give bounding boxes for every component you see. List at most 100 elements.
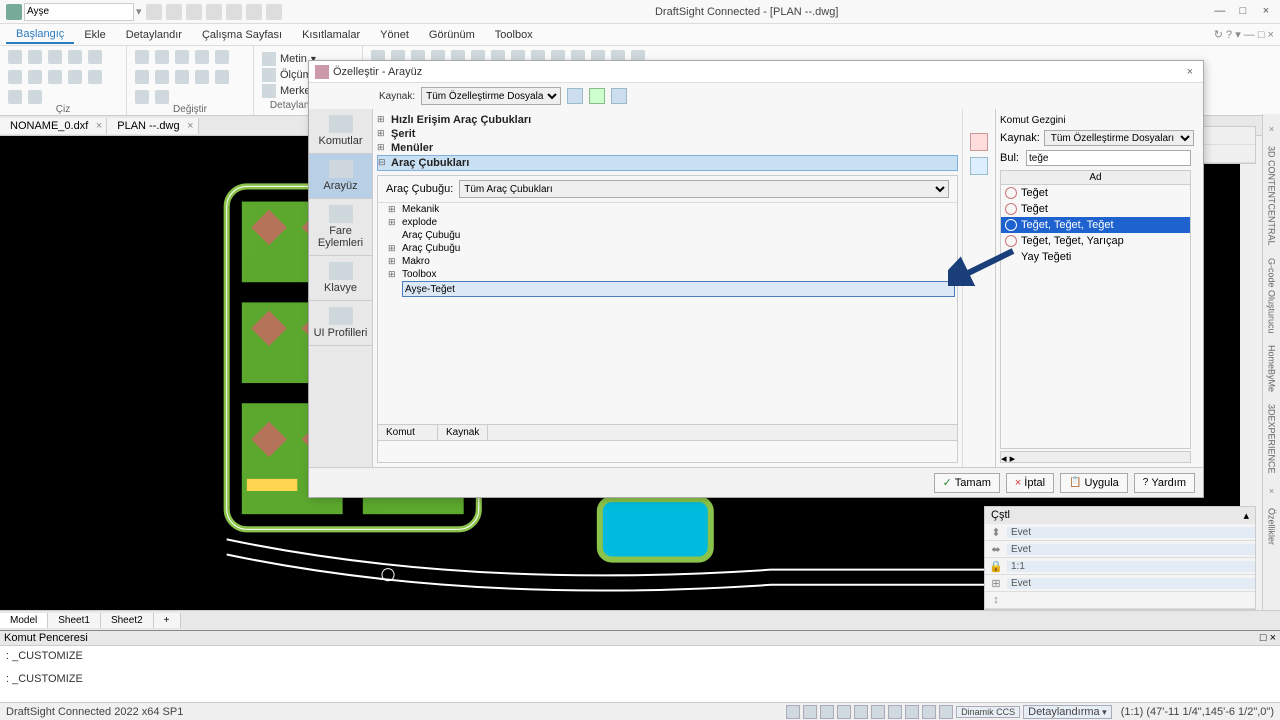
window-title: DraftSight Connected - [PLAN --.dwg] <box>284 6 1210 18</box>
ok-button[interactable]: ✓Tamam <box>934 473 1000 493</box>
status-icon[interactable] <box>871 705 885 719</box>
cmdwin-controls[interactable]: □ × <box>1260 632 1276 644</box>
lock-icon: 🔒 <box>985 560 1007 573</box>
dialog-icon <box>315 65 329 79</box>
sidebar-komutlar[interactable]: Komutlar <box>309 109 372 154</box>
sidebar-ui-profil[interactable]: UI Profilleri <box>309 301 372 346</box>
dimension-icon[interactable] <box>262 68 276 82</box>
layout-tab-sheet1[interactable]: Sheet1 <box>48 613 101 628</box>
tangent-icon <box>1005 187 1017 199</box>
sidebar-arayuz[interactable]: Arayüz <box>309 154 372 199</box>
result-item-selected: Teğet, Teğet, Teğet <box>1001 217 1190 233</box>
prop-icon: ⊞ <box>985 577 1007 590</box>
rail-tab-ozellikler[interactable]: Özellikler <box>1267 508 1277 545</box>
help-button[interactable]: ? Yardım <box>1134 473 1195 493</box>
close-button[interactable]: × <box>1258 5 1274 19</box>
window-controls: — □ × <box>1210 5 1276 19</box>
toolbar-name-input[interactable] <box>402 281 955 297</box>
dialog-side-buttons <box>963 109 995 467</box>
cmdwin-body[interactable]: : _CUSTOMIZE : _CUSTOMIZE <box>0 646 1280 689</box>
layer-combo[interactable] <box>24 3 134 21</box>
close-icon[interactable]: × <box>187 120 193 132</box>
add-icon[interactable] <box>970 157 988 175</box>
rail-tab-homebyme[interactable]: HomeByMe <box>1267 345 1277 392</box>
status-btn-ccs[interactable]: Dinamik CCS <box>956 706 1020 718</box>
layout-tab-model[interactable]: Model <box>0 613 48 628</box>
settings-icon[interactable] <box>611 88 627 104</box>
command-table: KomutKaynak <box>378 424 957 462</box>
save-icon[interactable] <box>186 4 202 20</box>
tab-ekle[interactable]: Ekle <box>74 27 115 43</box>
dialog-close-button[interactable]: × <box>1183 66 1197 78</box>
status-icon[interactable] <box>803 705 817 719</box>
cancel-button[interactable]: ×İptal <box>1006 473 1054 493</box>
layout-tab-add[interactable]: + <box>154 613 181 628</box>
tab-detaylandir[interactable]: Detaylandır <box>116 27 192 43</box>
result-item: Teğet <box>1001 185 1190 201</box>
result-item: Teğet <box>1001 201 1190 217</box>
cmdexp-col-header[interactable]: Ad <box>1000 170 1191 185</box>
sidebar-fare[interactable]: Fare Eylemleri <box>309 199 372 256</box>
cmdexp-hscroll[interactable]: ◂ ▸ <box>1000 451 1191 463</box>
toolbar-select[interactable]: Tüm Araç Çubukları <box>459 180 949 198</box>
doc-tab-0[interactable]: NONAME_0.dxf× <box>0 118 107 134</box>
status-btn-detay[interactable]: Detaylandırma ▾ <box>1023 705 1112 719</box>
status-icon[interactable] <box>939 705 953 719</box>
cmdexp-source-select[interactable]: Tüm Özelleştirme Dosyaları <box>1044 130 1194 146</box>
tab-yonet[interactable]: Yönet <box>370 27 419 43</box>
status-icon[interactable] <box>820 705 834 719</box>
ui-tree[interactable]: Hızlı Erişim Araç Çubukları Şerit Menüle… <box>377 113 958 171</box>
minimize-button[interactable]: — <box>1212 5 1228 19</box>
cmdexp-search-input[interactable] <box>1026 150 1191 166</box>
tab-gorunum[interactable]: Görünüm <box>419 27 485 43</box>
command-window: Komut Penceresi□ × : _CUSTOMIZE : _CUSTO… <box>0 630 1280 702</box>
tab-calisma[interactable]: Çalışma Sayfası <box>192 27 292 43</box>
rail-close-icon[interactable]: × <box>1269 124 1274 134</box>
layout-tab-sheet2[interactable]: Sheet2 <box>101 613 154 628</box>
rail-close-icon[interactable]: × <box>1269 486 1274 496</box>
status-icon[interactable] <box>854 705 868 719</box>
list-item: Araç Çubuğu <box>378 242 957 255</box>
rail-tab-gcode[interactable]: G-code Oluşturucu <box>1267 258 1277 334</box>
collapse-icon[interactable]: ▴ <box>1243 509 1249 522</box>
list-item: explode <box>378 216 957 229</box>
open-file-icon[interactable] <box>567 88 583 104</box>
status-icon[interactable] <box>888 705 902 719</box>
saveall-icon[interactable] <box>206 4 222 20</box>
dropdown-icon[interactable]: ▾ <box>136 5 142 18</box>
tab-kisitlamalar[interactable]: Kısıtlamalar <box>292 27 370 43</box>
result-item: Yay Teğeti <box>1001 249 1190 265</box>
close-icon[interactable]: × <box>96 120 102 132</box>
tab-toolbox[interactable]: Toolbox <box>485 27 543 43</box>
rail-tab-3dcc[interactable]: 3D CONTENTCENTRAL <box>1267 146 1277 246</box>
delete-icon[interactable] <box>970 133 988 151</box>
maximize-button[interactable]: □ <box>1235 5 1251 19</box>
status-icon[interactable] <box>786 705 800 719</box>
centerline-icon[interactable] <box>262 84 276 98</box>
refresh-icon[interactable] <box>589 88 605 104</box>
dialog-sidebar: Komutlar Arayüz Fare Eylemleri Klavye UI… <box>309 109 373 467</box>
cmdexp-results[interactable]: Teğet Teğet Teğet, Teğet, Teğet Teğet, T… <box>1000 185 1191 449</box>
source-select[interactable]: Tüm Özelleştirme Dosyaları <box>421 87 561 105</box>
doc-tab-1[interactable]: PLAN --.dwg× <box>107 118 198 134</box>
status-icon[interactable] <box>905 705 919 719</box>
right-rail: × 3D CONTENTCENTRAL G-code Oluşturucu Ho… <box>1262 114 1280 610</box>
text-icon[interactable] <box>262 52 276 66</box>
list-item-editing <box>378 281 957 297</box>
redo-icon[interactable] <box>266 4 282 20</box>
list-item: Makro <box>378 255 957 268</box>
undo-icon[interactable] <box>246 4 262 20</box>
open-icon[interactable] <box>166 4 182 20</box>
apply-button[interactable]: 📋 Uygula <box>1060 473 1128 493</box>
sidebar-klavye[interactable]: Klavye <box>309 256 372 301</box>
list-item: Toolbox <box>378 268 957 281</box>
toolbar-list[interactable]: Mekanik explode Araç Çubuğu Araç Çubuğu … <box>378 202 957 424</box>
status-icon[interactable] <box>922 705 936 719</box>
new-icon[interactable] <box>146 4 162 20</box>
print-icon[interactable] <box>226 4 242 20</box>
result-item: Teğet, Teğet, Yarıçap <box>1001 233 1190 249</box>
tangent-icon <box>1005 203 1017 215</box>
rail-tab-3dx[interactable]: 3DEXPERIENCE <box>1267 404 1277 474</box>
tab-baslangic[interactable]: Başlangıç <box>6 26 74 44</box>
status-icon[interactable] <box>837 705 851 719</box>
